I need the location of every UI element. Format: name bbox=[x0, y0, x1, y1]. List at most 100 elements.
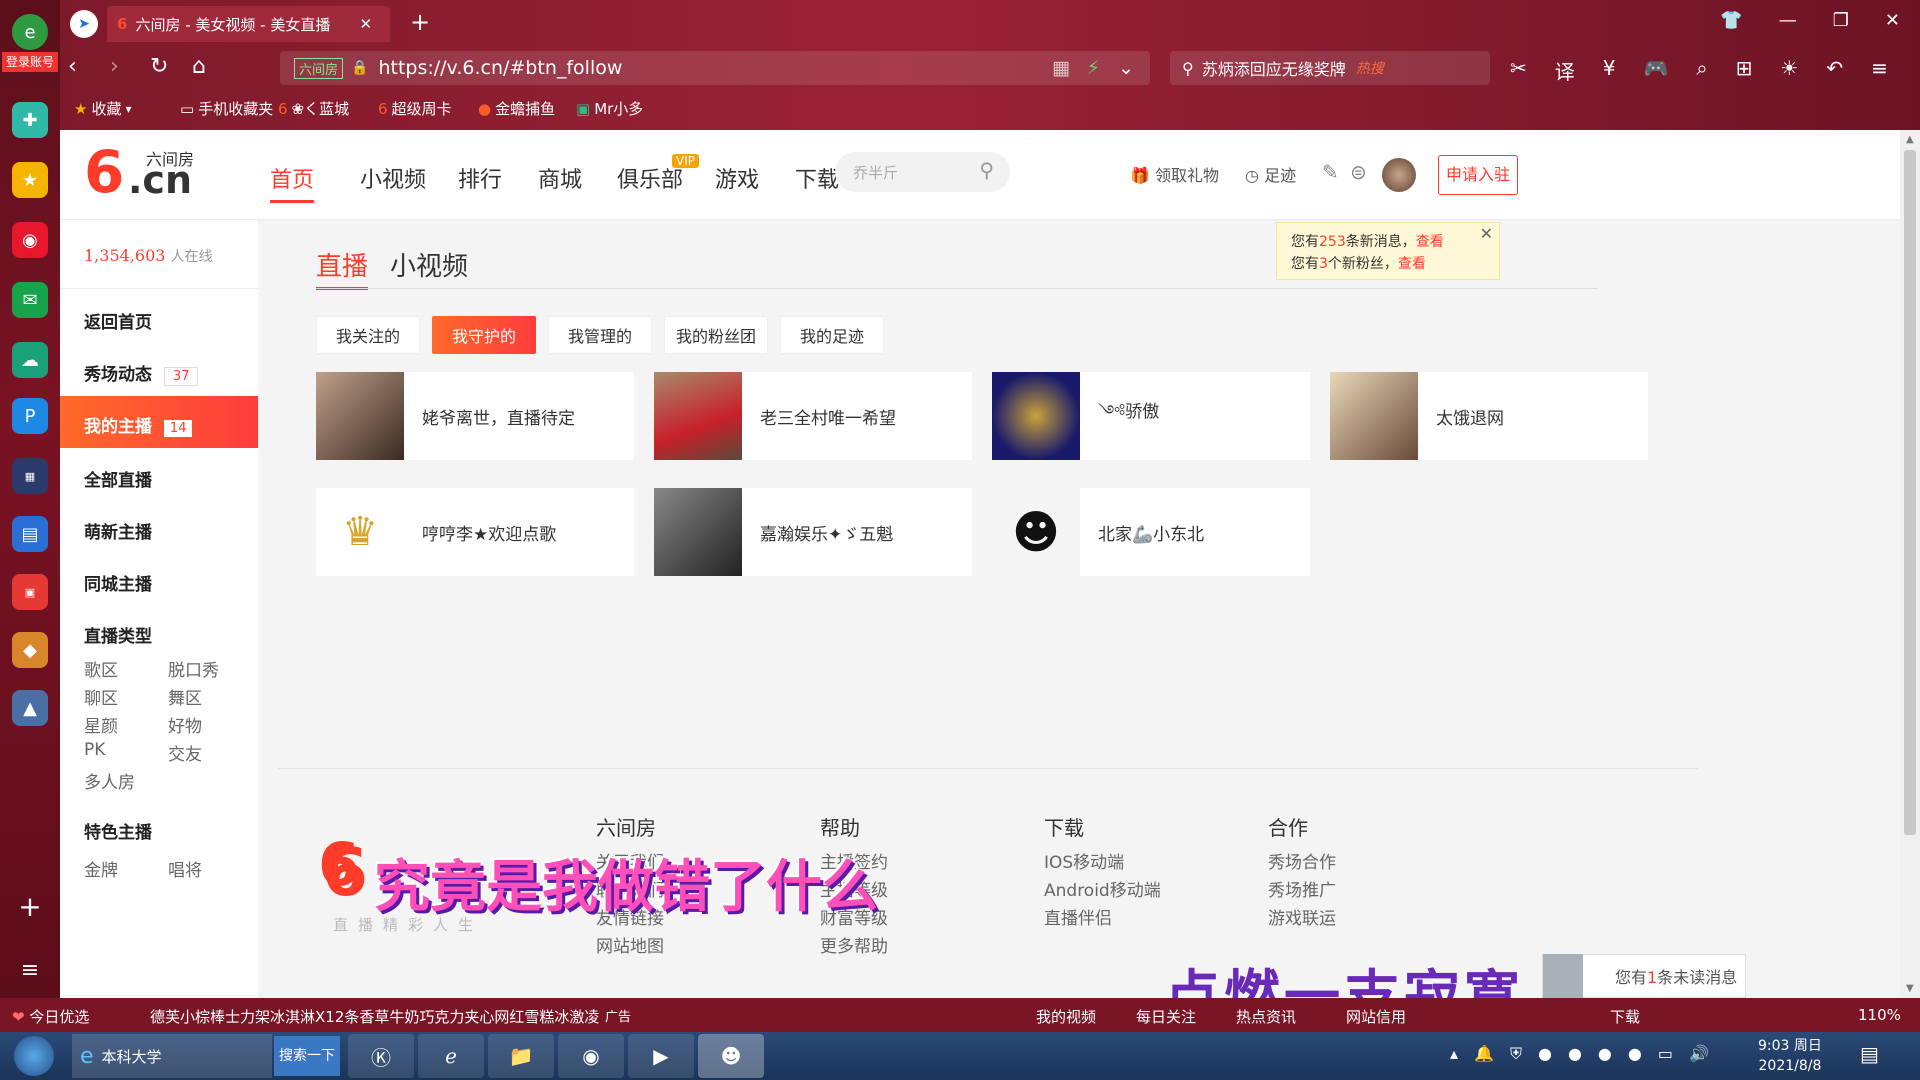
bookmark-item[interactable]: ● 金蟾捕鱼 bbox=[478, 98, 555, 119]
star-icon[interactable]: ★ bbox=[12, 162, 48, 198]
anchor-card[interactable]: ༺骄傲 bbox=[992, 372, 1310, 460]
start-button[interactable] bbox=[14, 1036, 54, 1076]
type-link[interactable]: 交友 bbox=[168, 740, 202, 765]
login-button[interactable]: 登录账号 bbox=[2, 52, 58, 72]
browser-tab[interactable]: 6 六间房 - 美女视频 - 美女直播 ✕ bbox=[107, 6, 390, 42]
forward-icon[interactable]: › bbox=[110, 54, 119, 79]
qr-icon[interactable]: ▦ bbox=[1052, 57, 1070, 79]
close-window-icon[interactable]: ✕ bbox=[1885, 10, 1900, 31]
footprint-link[interactable]: ◷ 足迹 bbox=[1245, 162, 1296, 186]
hamburger-icon[interactable]: ≡ bbox=[1871, 56, 1888, 85]
p-app-icon[interactable]: P bbox=[12, 398, 48, 434]
close-tab-icon[interactable]: ✕ bbox=[359, 15, 372, 33]
close-icon[interactable]: ✕ bbox=[1480, 223, 1493, 245]
anchor-card[interactable]: 老三全村唯一希望 bbox=[654, 372, 972, 460]
sidebar-item-new[interactable]: 萌新主播 bbox=[84, 518, 152, 543]
redbook-icon[interactable]: ▣ bbox=[12, 574, 48, 610]
news-ticker[interactable]: 德芙小棕棒士力架冰淇淋X12条香草牛奶巧克力夹心网红雪糕冰激凌 bbox=[150, 1006, 599, 1027]
site-search[interactable]: 乔半斤 ⚲ bbox=[835, 152, 1010, 192]
address-bar[interactable]: 六间房 🔒 https://v.6.cn/#btn_follow ▦ ⚡ ⌄ bbox=[280, 51, 1150, 85]
nav-rank[interactable]: 排行 bbox=[458, 162, 502, 194]
weibo-icon[interactable]: ◉ bbox=[12, 222, 48, 258]
tab-short-video[interactable]: 小视频 bbox=[390, 246, 468, 283]
footer-link[interactable]: 游戏联运 bbox=[1268, 904, 1336, 929]
nav-home[interactable]: 首页 bbox=[270, 162, 315, 203]
apply-button[interactable]: 申请入驻 bbox=[1438, 155, 1518, 195]
tray-up-icon[interactable]: ▴ bbox=[1450, 1044, 1458, 1064]
view-fans-link[interactable]: 查看 bbox=[1398, 256, 1426, 272]
taskbar-search-button[interactable]: 搜索一下 bbox=[274, 1036, 340, 1076]
filter-guarding[interactable]: 我守护的 bbox=[432, 316, 536, 354]
page-scrollbar[interactable]: ▲ ▼ bbox=[1900, 130, 1920, 998]
doc-icon[interactable]: ▤ bbox=[12, 516, 48, 552]
nav-shop[interactable]: 商城 bbox=[538, 162, 582, 194]
sidebar-item-xiuchang[interactable]: 秀场动态 37 bbox=[84, 360, 199, 386]
grid-icon[interactable]: ⊞ bbox=[1736, 56, 1753, 85]
footer-link[interactable]: IOS移动端 bbox=[1044, 848, 1124, 873]
taskbar-player-icon[interactable]: ▶ bbox=[628, 1034, 694, 1078]
send-icon[interactable]: ➤ bbox=[70, 10, 98, 38]
browser-logo-icon[interactable]: e bbox=[12, 14, 48, 50]
back-icon[interactable]: ‹ bbox=[68, 54, 77, 79]
filter-footprint[interactable]: 我的足迹 bbox=[780, 316, 884, 354]
nav-short-video[interactable]: 小视频 bbox=[360, 162, 426, 194]
gamepad-icon[interactable]: 🎮 bbox=[1644, 56, 1669, 85]
anchor-card[interactable]: ☻ 北家🦾小东北 bbox=[992, 488, 1310, 576]
coin-icon[interactable]: ¥ bbox=[1603, 56, 1616, 85]
type-link[interactable]: 金牌 bbox=[84, 856, 118, 881]
view-messages-link[interactable]: 查看 bbox=[1416, 234, 1444, 250]
notification-icon[interactable]: ▤ bbox=[1860, 1042, 1879, 1066]
gift-link[interactable]: 🎁 领取礼物 bbox=[1130, 162, 1219, 186]
bookmark-item[interactable]: ▣ Mr小多 bbox=[576, 98, 643, 119]
search-icon[interactable]: ⚲ bbox=[979, 158, 994, 182]
bookmark-item[interactable]: 6 超级周卡 bbox=[378, 98, 452, 119]
status-download[interactable]: 下载 bbox=[1610, 1006, 1640, 1027]
anchor-card[interactable]: 嘉瀚娱乐✦ゞ五魁 bbox=[654, 488, 972, 576]
type-link[interactable]: 好物 bbox=[168, 712, 202, 737]
edit-icon[interactable]: ✎ bbox=[1322, 160, 1339, 184]
tray-app-icon[interactable]: ● bbox=[1568, 1044, 1582, 1064]
unread-popup[interactable]: 您有1条未读消息 bbox=[1542, 954, 1746, 998]
shield-icon[interactable]: ⛨ bbox=[1510, 1044, 1522, 1064]
sidebar-item-all[interactable]: 全部直播 bbox=[84, 466, 152, 491]
footer-link[interactable]: 秀场推广 bbox=[1268, 876, 1336, 901]
footer-link[interactable]: 网站地图 bbox=[596, 932, 664, 957]
footer-link[interactable]: 更多帮助 bbox=[820, 932, 888, 957]
taskbar-ie-icon[interactable]: ℯ bbox=[418, 1034, 484, 1078]
menu-icon[interactable]: ≡ bbox=[12, 952, 48, 988]
bookmark-favorites[interactable]: ★ 收藏 ▾ bbox=[74, 98, 132, 119]
tray-app-icon[interactable]: ● bbox=[1598, 1044, 1612, 1064]
add-app-icon[interactable]: + bbox=[12, 888, 48, 924]
app-icon-plus[interactable]: ✚ bbox=[12, 102, 48, 138]
cloud-icon[interactable]: ☁ bbox=[12, 342, 48, 378]
skin-icon[interactable]: 👕 bbox=[1720, 10, 1742, 31]
new-tab-icon[interactable]: + bbox=[410, 8, 430, 36]
sidebar-item-home[interactable]: 返回首页 bbox=[84, 308, 152, 333]
minimize-icon[interactable]: — bbox=[1779, 10, 1797, 31]
bookmark-item[interactable]: 6 ❀く蓝城 bbox=[278, 98, 349, 119]
nav-games[interactable]: 游戏 bbox=[715, 162, 759, 194]
anchor-card[interactable]: 姥爷离世，直播待定 bbox=[316, 372, 634, 460]
type-link[interactable]: 聊区 bbox=[84, 684, 118, 709]
bookmark-item[interactable]: ▭ 手机收藏夹 bbox=[180, 98, 273, 119]
game3-icon[interactable]: ▲ bbox=[12, 690, 48, 726]
type-link[interactable]: 舞区 bbox=[168, 684, 202, 709]
game-app-icon[interactable]: ▦ bbox=[12, 458, 48, 494]
tray-app-icon[interactable]: ● bbox=[1538, 1044, 1552, 1064]
clock[interactable]: 9:03 周日 2021/8/8 bbox=[1758, 1036, 1822, 1076]
type-link[interactable]: 多人房 bbox=[84, 768, 135, 793]
filter-managing[interactable]: 我管理的 bbox=[548, 316, 652, 354]
sidebar-item-city[interactable]: 同城主播 bbox=[84, 570, 152, 595]
today-picks[interactable]: ❤ 今日优选 bbox=[12, 1006, 89, 1027]
status-my-videos[interactable]: 我的视频 bbox=[1036, 1006, 1096, 1027]
brightness-icon[interactable]: ☀ bbox=[1780, 56, 1798, 85]
type-link[interactable]: 脱口秀 bbox=[168, 656, 219, 681]
taskbar-folder-icon[interactable]: 📁 bbox=[488, 1034, 554, 1078]
zoom-level[interactable]: 110% bbox=[1858, 1006, 1901, 1024]
scroll-up-icon[interactable]: ▲ bbox=[1906, 134, 1914, 145]
refresh-icon[interactable]: ↻ bbox=[150, 54, 168, 79]
scroll-down-icon[interactable]: ▼ bbox=[1906, 983, 1914, 994]
restore-icon[interactable]: ❐ bbox=[1833, 10, 1849, 31]
status-daily[interactable]: 每日关注 bbox=[1136, 1006, 1196, 1027]
taskbar-k-icon[interactable]: Ⓚ bbox=[348, 1034, 414, 1078]
